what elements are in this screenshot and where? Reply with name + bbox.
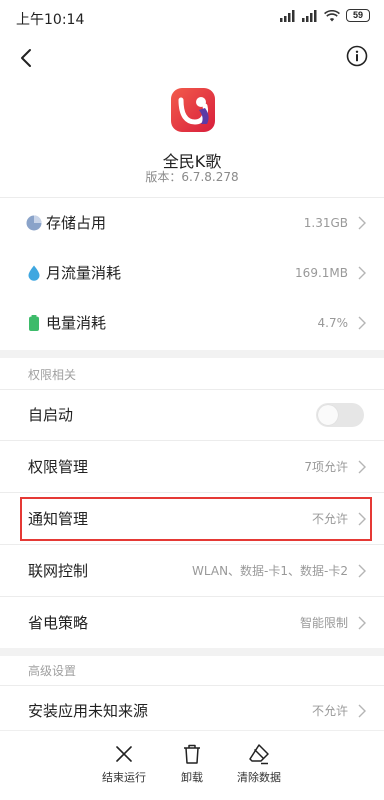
section-gap (0, 350, 384, 358)
toggle-knob (318, 405, 338, 425)
section-gap (0, 648, 384, 656)
signal-icon (280, 9, 295, 22)
battery-usage-row[interactable]: 电量消耗 4.7% (0, 298, 384, 348)
highlight-box (20, 497, 372, 541)
nav-bar (0, 40, 384, 76)
autostart-label: 自启动 (28, 406, 74, 424)
battery-usage-label: 电量消耗 (46, 314, 107, 332)
eraser-icon (249, 744, 269, 765)
divider (0, 544, 384, 545)
data-usage-value: 169.1MB (295, 266, 348, 280)
close-x-icon (116, 746, 132, 762)
back-button[interactable] (12, 44, 40, 72)
permission-manage-label: 权限管理 (28, 458, 89, 476)
force-stop-label: 结束运行 (102, 771, 146, 784)
app-header: 全民K歌 版本：6.7.8.278 (0, 86, 384, 196)
data-usage-label: 月流量消耗 (46, 264, 122, 282)
chevron-right-icon (358, 704, 366, 718)
chevron-right-icon (358, 616, 366, 630)
power-saving-label: 省电策略 (28, 614, 89, 632)
uninstall-label: 卸载 (181, 771, 203, 784)
chevron-right-icon (358, 316, 366, 330)
clear-data-button[interactable]: 清除数据 (224, 743, 294, 785)
app-logo-icon (171, 88, 215, 132)
chevron-right-icon (358, 216, 366, 230)
water-drop-icon (28, 265, 40, 281)
app-version: 版本：6.7.8.278 (145, 170, 239, 184)
power-saving-value: 智能限制 (299, 616, 348, 630)
network-control-value: WLAN、数据-卡1、数据-卡2 (192, 564, 348, 578)
storage-value: 1.31GB (303, 216, 348, 230)
unknown-sources-row[interactable]: 安装应用未知来源 不允许 (0, 686, 384, 736)
autostart-toggle[interactable] (316, 403, 364, 427)
unknown-sources-label: 安装应用未知来源 (28, 702, 149, 720)
divider (0, 492, 384, 493)
power-saving-row[interactable]: 省电策略 智能限制 (0, 598, 384, 648)
divider (0, 596, 384, 597)
storage-row[interactable]: 存储占用 1.31GB (0, 198, 384, 248)
back-arrow-icon (21, 49, 31, 67)
autostart-row: 自启动 (0, 390, 384, 440)
chevron-right-icon (358, 564, 366, 578)
chevron-right-icon (358, 266, 366, 280)
data-usage-row[interactable]: 月流量消耗 169.1MB (0, 248, 384, 298)
clear-data-label: 清除数据 (237, 771, 281, 784)
network-control-row[interactable]: 联网控制 WLAN、数据-卡1、数据-卡2 (0, 546, 384, 596)
battery-icon (29, 315, 39, 331)
trash-icon (184, 744, 200, 764)
divider (0, 440, 384, 441)
permission-manage-value: 7项允许 (304, 460, 348, 474)
advanced-section-title: 高级设置 (28, 664, 77, 678)
battery-indicator: 59 (346, 9, 370, 22)
network-control-label: 联网控制 (28, 562, 89, 580)
force-stop-button[interactable]: 结束运行 (89, 743, 159, 785)
storage-label: 存储占用 (46, 214, 107, 232)
status-time: 上午10:14 (16, 12, 85, 28)
chevron-right-icon (358, 460, 366, 474)
uninstall-button[interactable]: 卸载 (157, 743, 227, 785)
permission-section-title: 权限相关 (28, 368, 77, 382)
wifi-icon (324, 9, 340, 21)
bottom-action-bar: 结束运行 卸载 清除数据 (0, 730, 384, 800)
signal-icon-2 (302, 9, 317, 22)
status-bar: 上午10:14 59 (0, 0, 384, 34)
pie-chart-icon (26, 215, 42, 231)
battery-usage-value: 4.7% (317, 316, 349, 330)
unknown-sources-value: 不允许 (311, 704, 348, 718)
info-icon[interactable] (346, 45, 368, 67)
permission-manage-row[interactable]: 权限管理 7项允许 (0, 442, 384, 492)
